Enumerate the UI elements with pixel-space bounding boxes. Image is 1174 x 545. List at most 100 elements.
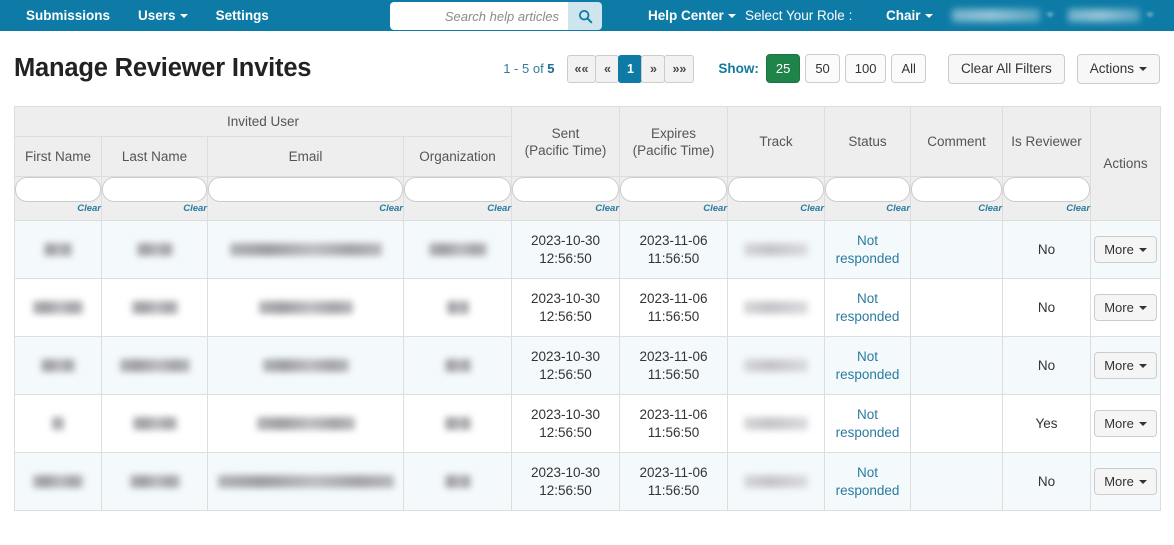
role-selector[interactable]: Chair bbox=[872, 0, 947, 31]
cell-sent-time: 12:56:50 bbox=[539, 482, 592, 498]
help-center-label: Help Center bbox=[648, 8, 724, 23]
pagination-last[interactable]: »» bbox=[664, 54, 695, 83]
status-link[interactable]: Not responded bbox=[836, 349, 900, 382]
chevron-down-icon bbox=[1138, 480, 1147, 484]
clear-filter-sent[interactable]: Clear bbox=[512, 203, 619, 214]
column-header-status[interactable]: Status bbox=[824, 106, 912, 177]
more-button-label: More bbox=[1104, 300, 1134, 315]
filter-input-expires[interactable] bbox=[620, 177, 728, 202]
column-header-email[interactable]: Email bbox=[207, 136, 404, 177]
clear-filter-track[interactable]: Clear bbox=[728, 203, 824, 214]
cell-organization bbox=[402, 394, 513, 453]
clear-filter-last-name[interactable]: Clear bbox=[102, 203, 207, 214]
clear-filter-status[interactable]: Clear bbox=[825, 203, 910, 214]
filter-row: Clear Clear Clear Clear Clear Clear Clea… bbox=[14, 176, 1161, 221]
cell-track bbox=[727, 220, 826, 279]
redacted-nav-item-2[interactable] bbox=[1068, 9, 1140, 22]
status-link[interactable]: Not responded bbox=[836, 407, 900, 440]
status-link[interactable]: Not responded bbox=[836, 233, 900, 266]
search-button[interactable] bbox=[568, 2, 602, 30]
redacted-value bbox=[444, 475, 471, 489]
redacted-value bbox=[258, 301, 353, 315]
pagination-next[interactable]: » bbox=[641, 54, 666, 83]
clear-filter-is-reviewer[interactable]: Clear bbox=[1003, 203, 1090, 214]
filter-cell-email: Clear bbox=[207, 176, 404, 221]
clear-filter-expires[interactable]: Clear bbox=[620, 203, 727, 214]
chevron-down-icon bbox=[1138, 422, 1147, 426]
filter-input-status[interactable] bbox=[825, 177, 911, 202]
clear-filter-first-name[interactable]: Clear bbox=[15, 203, 101, 214]
cell-expires-time: 11:56:50 bbox=[647, 424, 700, 440]
column-header-track[interactable]: Track bbox=[727, 106, 826, 177]
nav-item-settings[interactable]: Settings bbox=[202, 0, 283, 31]
page-size-50[interactable]: 50 bbox=[805, 54, 840, 83]
column-header-sent[interactable]: Sent (Pacific Time) bbox=[511, 106, 621, 177]
redacted-value bbox=[262, 359, 349, 373]
filter-input-last-name[interactable] bbox=[102, 177, 207, 202]
column-header-is-reviewer[interactable]: Is Reviewer bbox=[1002, 106, 1092, 177]
more-button-label: More bbox=[1104, 242, 1134, 257]
chevron-down-icon bbox=[727, 14, 736, 18]
chevron-down-icon bbox=[1146, 13, 1154, 17]
clear-filter-comment[interactable]: Clear bbox=[911, 203, 1002, 214]
cell-sent-date: 2023-10-30 bbox=[531, 406, 601, 422]
column-header-first-name[interactable]: First Name bbox=[14, 136, 102, 177]
page-size-25[interactable]: 25 bbox=[765, 54, 801, 83]
filter-input-email[interactable] bbox=[208, 177, 403, 202]
more-button[interactable]: More bbox=[1094, 410, 1157, 437]
table-body: 2023-10-30 12:56:50 2023-11-06 11:56:50 … bbox=[14, 220, 1162, 511]
nav-item-users[interactable]: Users bbox=[124, 0, 202, 31]
redacted-value bbox=[744, 243, 809, 257]
filter-input-is-reviewer[interactable] bbox=[1003, 177, 1091, 202]
cell-last-name bbox=[101, 220, 208, 279]
more-button[interactable]: More bbox=[1094, 468, 1157, 495]
pagination-first[interactable]: «« bbox=[566, 54, 597, 83]
search-input[interactable] bbox=[390, 2, 568, 30]
status-link[interactable]: Not responded bbox=[836, 465, 900, 498]
redacted-value bbox=[744, 301, 809, 315]
column-header-expires[interactable]: Expires (Pacific Time) bbox=[619, 106, 729, 177]
nav-item-help-center[interactable]: Help Center bbox=[634, 0, 750, 31]
column-header-sent-line2: (Pacific Time) bbox=[524, 142, 607, 158]
more-button-label: More bbox=[1104, 416, 1134, 431]
result-range-prefix: 1 - 5 of bbox=[503, 61, 548, 76]
cell-organization bbox=[402, 220, 513, 279]
filter-cell-organization: Clear bbox=[402, 176, 513, 221]
column-header-last-name[interactable]: Last Name bbox=[101, 136, 208, 177]
page-size-100[interactable]: 100 bbox=[844, 54, 887, 83]
filter-input-organization[interactable] bbox=[404, 177, 512, 202]
column-header-comment[interactable]: Comment bbox=[910, 106, 1004, 177]
page-size-all[interactable]: All bbox=[891, 54, 926, 83]
actions-button-label: Actions bbox=[1089, 60, 1134, 76]
page-title: Manage Reviewer Invites bbox=[14, 54, 312, 82]
more-button[interactable]: More bbox=[1094, 294, 1157, 321]
cell-sent-time: 12:56:50 bbox=[539, 424, 592, 440]
cell-first-name bbox=[14, 336, 102, 395]
status-link[interactable]: Not responded bbox=[836, 291, 900, 324]
actions-button[interactable]: Actions bbox=[1076, 53, 1160, 84]
cell-sent-time: 12:56:50 bbox=[539, 250, 592, 266]
clear-all-filters-button[interactable]: Clear All Filters bbox=[947, 53, 1065, 84]
redacted-nav-item-1[interactable] bbox=[952, 9, 1040, 22]
filter-input-track[interactable] bbox=[728, 177, 825, 202]
clear-filter-email[interactable]: Clear bbox=[208, 203, 403, 214]
nav-item-submissions[interactable]: Submissions bbox=[12, 0, 124, 31]
column-header-expires-line1: Expires bbox=[651, 125, 697, 141]
column-header-organization[interactable]: Organization bbox=[402, 136, 513, 177]
filter-input-sent[interactable] bbox=[512, 177, 620, 202]
redacted-value bbox=[136, 243, 173, 257]
redacted-value bbox=[446, 301, 469, 315]
result-range-total: 5 bbox=[547, 61, 555, 76]
more-button[interactable]: More bbox=[1094, 352, 1157, 379]
cell-comment bbox=[910, 220, 1004, 279]
cell-actions: More bbox=[1090, 278, 1162, 337]
filter-input-first-name[interactable] bbox=[15, 177, 101, 202]
filter-cell-comment: Clear bbox=[910, 176, 1004, 221]
pagination-prev[interactable]: « bbox=[595, 54, 620, 83]
filter-input-comment[interactable] bbox=[911, 177, 1003, 202]
cell-expires-date: 2023-11-06 bbox=[639, 232, 708, 248]
more-button[interactable]: More bbox=[1094, 236, 1157, 263]
clear-filter-organization[interactable]: Clear bbox=[404, 203, 511, 214]
cell-expires: 2023-11-06 11:56:50 bbox=[619, 336, 729, 395]
pagination-page-1[interactable]: 1 bbox=[618, 54, 643, 83]
